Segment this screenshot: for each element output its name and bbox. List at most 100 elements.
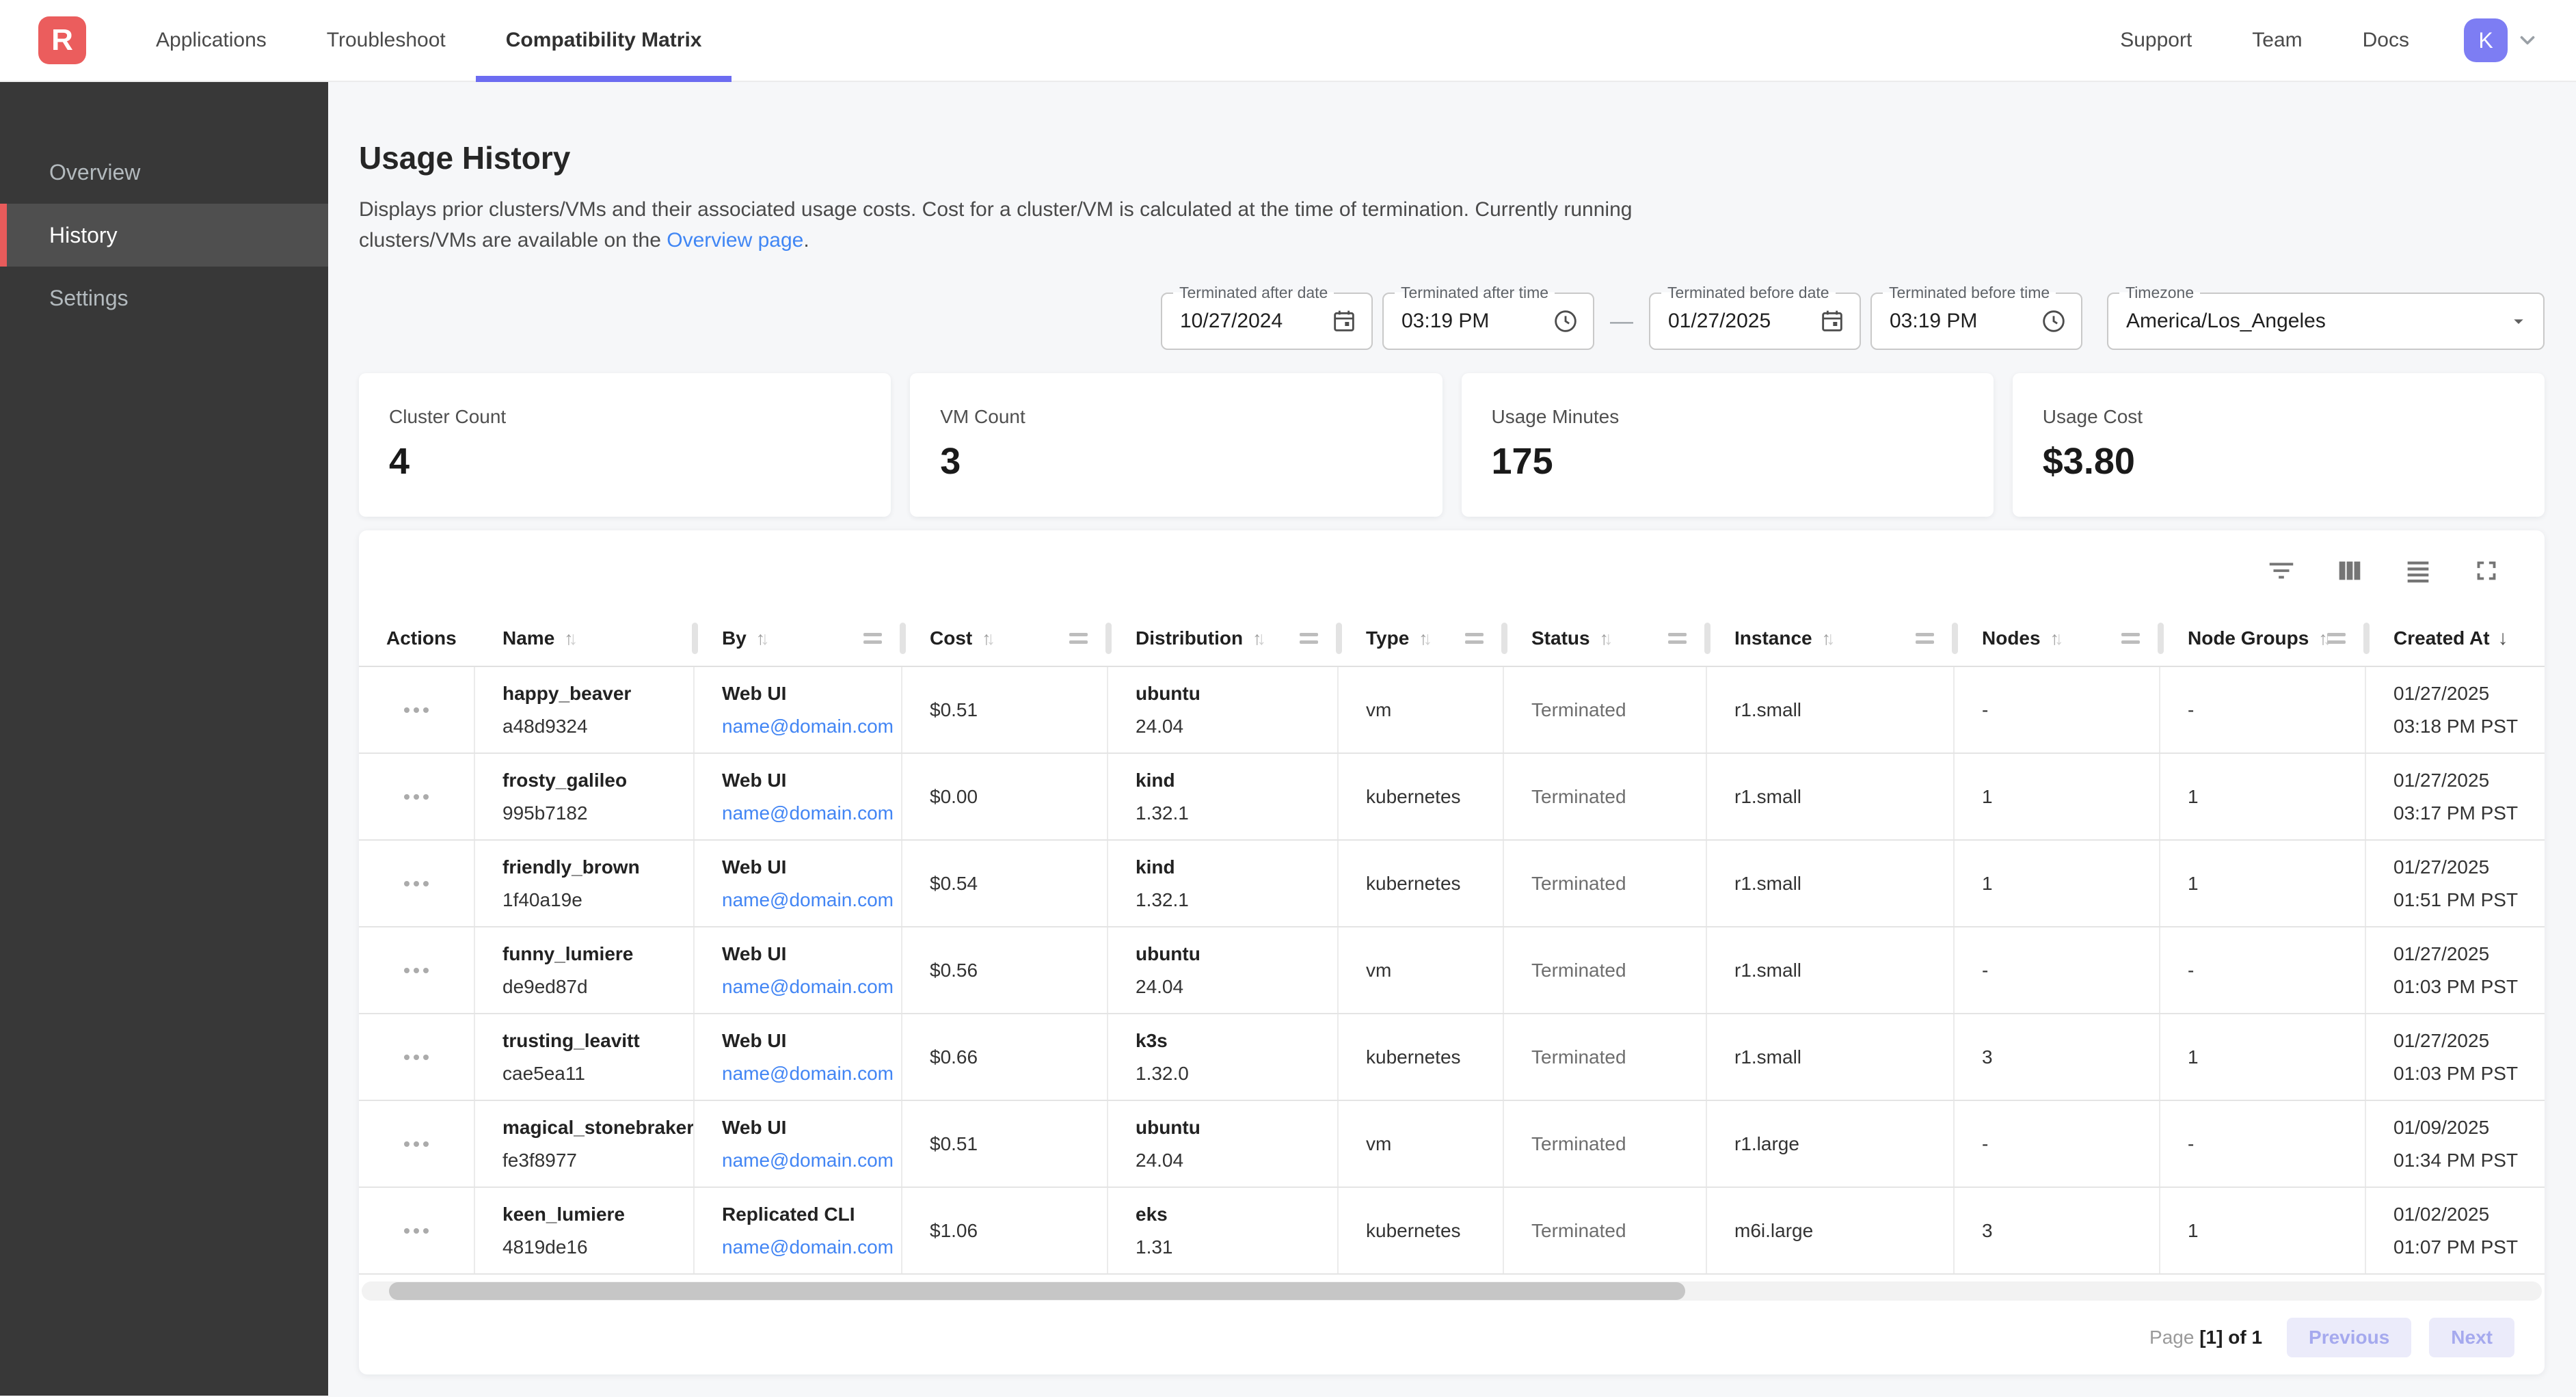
- column-menu-icon[interactable]: [1668, 633, 1687, 644]
- column-separator[interactable]: [2363, 623, 2370, 654]
- column-menu-icon[interactable]: [2327, 633, 2346, 644]
- column-header-type[interactable]: Type↑↓: [1339, 611, 1504, 666]
- terminated-before-time-field[interactable]: Terminated before time 03:19 PM: [1870, 293, 2082, 350]
- more-actions-icon[interactable]: [397, 1135, 435, 1154]
- sidebar-item-history[interactable]: History: [0, 204, 328, 267]
- terminated-after-date-field[interactable]: Terminated after date 10/27/2024: [1161, 293, 1373, 350]
- column-menu-icon[interactable]: [1300, 633, 1318, 644]
- calendar-icon[interactable]: [1330, 308, 1358, 335]
- calendar-icon[interactable]: [1819, 308, 1846, 335]
- column-header-distribution[interactable]: Distribution↑↓: [1108, 611, 1339, 666]
- nav-link-team[interactable]: Team: [2222, 29, 2332, 52]
- column-menu-icon[interactable]: [2121, 633, 2140, 644]
- created-by-email-link[interactable]: name@domain.com: [722, 1150, 901, 1171]
- sort-icon[interactable]: ↑↓: [1252, 628, 1266, 649]
- type-value: kubernetes: [1366, 1046, 1503, 1068]
- stat-card-usage-minutes: Usage Minutes 175: [1462, 373, 1994, 517]
- sort-icon[interactable]: ↑↓: [1822, 628, 1836, 649]
- more-actions-icon[interactable]: [397, 787, 435, 806]
- column-separator[interactable]: [2158, 623, 2164, 654]
- column-header-instance[interactable]: Instance↑↓: [1707, 611, 1955, 666]
- previous-button[interactable]: Previous: [2287, 1318, 2411, 1357]
- cluster-id: cae5ea11: [502, 1063, 693, 1085]
- status-value: Terminated: [1531, 1046, 1706, 1068]
- by-cell: Web UI name@domain.com: [695, 841, 902, 926]
- more-actions-icon[interactable]: [397, 1048, 435, 1067]
- table-row[interactable]: frosty_galileo 995b7182 Web UI name@doma…: [359, 754, 2545, 841]
- nav-link-support[interactable]: Support: [2090, 29, 2222, 52]
- dropdown-arrow-icon[interactable]: [2508, 310, 2530, 332]
- status-cell: Terminated: [1504, 667, 1707, 752]
- nav-tab-applications[interactable]: Applications: [126, 0, 297, 81]
- sort-icon[interactable]: ↑↓: [564, 628, 578, 649]
- column-separator[interactable]: [900, 623, 906, 654]
- sidebar-item-overview[interactable]: Overview: [0, 141, 328, 204]
- nav-tab-troubleshoot[interactable]: Troubleshoot: [297, 0, 476, 81]
- column-menu-icon[interactable]: [1916, 633, 1934, 644]
- nav-link-docs[interactable]: Docs: [2333, 29, 2439, 52]
- chevron-down-icon[interactable]: [2516, 29, 2539, 52]
- created-by-email-link[interactable]: name@domain.com: [722, 976, 901, 998]
- table-row[interactable]: magical_stonebraker fe3f8977 Web UI name…: [359, 1101, 2545, 1188]
- next-button[interactable]: Next: [2429, 1318, 2514, 1357]
- sorted-desc-icon[interactable]: ↓: [2498, 627, 2508, 650]
- sort-icon[interactable]: ↑↓: [1419, 628, 1432, 649]
- columns-icon[interactable]: [2334, 555, 2365, 586]
- replicated-logo[interactable]: R: [38, 16, 86, 64]
- density-icon[interactable]: [2402, 555, 2434, 586]
- overview-page-link[interactable]: Overview page: [667, 229, 803, 252]
- sort-icon[interactable]: ↑↓: [2050, 628, 2064, 649]
- sort-icon[interactable]: ↑↓: [982, 628, 995, 649]
- filter-icon[interactable]: [2266, 555, 2297, 586]
- distribution-cell: ubuntu 24.04: [1108, 1101, 1339, 1186]
- by-cell: Replicated CLI name@domain.com: [695, 1188, 902, 1273]
- column-separator[interactable]: [692, 623, 698, 654]
- created-at-cell: 01/27/2025 01:03 PM PST: [2366, 1014, 2545, 1100]
- column-separator[interactable]: [1704, 623, 1710, 654]
- column-separator[interactable]: [1336, 623, 1342, 654]
- timezone-select[interactable]: Timezone America/Los_Angeles: [2107, 293, 2545, 350]
- table-row[interactable]: trusting_leavitt cae5ea11 Web UI name@do…: [359, 1014, 2545, 1101]
- column-separator[interactable]: [1952, 623, 1958, 654]
- more-actions-icon[interactable]: [397, 961, 435, 980]
- column-menu-icon[interactable]: [1069, 633, 1088, 644]
- more-actions-icon[interactable]: [397, 701, 435, 720]
- created-by-email-link[interactable]: name@domain.com: [722, 1063, 901, 1085]
- created-by-email-link[interactable]: name@domain.com: [722, 802, 901, 824]
- created-by-email-link[interactable]: name@domain.com: [722, 716, 901, 737]
- clock-icon[interactable]: [2040, 308, 2067, 335]
- column-header-name[interactable]: Name↑↓: [475, 611, 695, 666]
- column-header-status[interactable]: Status↑↓: [1504, 611, 1707, 666]
- table-row[interactable]: happy_beaver a48d9324 Web UI name@domain…: [359, 667, 2545, 754]
- horizontal-scrollbar-thumb[interactable]: [389, 1282, 1685, 1300]
- clock-icon[interactable]: [1552, 308, 1579, 335]
- status-cell: Terminated: [1504, 841, 1707, 926]
- horizontal-scrollbar-track[interactable]: [362, 1281, 2542, 1301]
- column-separator[interactable]: [1105, 623, 1112, 654]
- created-by-email-link[interactable]: name@domain.com: [722, 889, 901, 911]
- column-menu-icon[interactable]: [1465, 633, 1484, 644]
- table-row[interactable]: friendly_brown 1f40a19e Web UI name@doma…: [359, 841, 2545, 927]
- nav-tab-compatibility-matrix[interactable]: Compatibility Matrix: [476, 0, 732, 81]
- column-separator[interactable]: [1501, 623, 1507, 654]
- table-row[interactable]: funny_lumiere de9ed87d Web UI name@domai…: [359, 927, 2545, 1014]
- column-header-nodes[interactable]: Nodes↑↓: [1955, 611, 2160, 666]
- sort-icon[interactable]: ↑↓: [1600, 628, 1613, 649]
- sidebar-item-settings[interactable]: Settings: [0, 267, 328, 329]
- fullscreen-icon[interactable]: [2471, 555, 2502, 586]
- avatar[interactable]: K: [2464, 18, 2508, 62]
- column-header-created-at[interactable]: Created At↓: [2366, 611, 2545, 666]
- table-row[interactable]: keen_lumiere 4819de16 Replicated CLI nam…: [359, 1188, 2545, 1275]
- distribution-cell: kind 1.32.1: [1108, 754, 1339, 839]
- more-actions-icon[interactable]: [397, 1221, 435, 1240]
- sort-icon[interactable]: ↑↓: [756, 628, 770, 649]
- stat-value: 4: [389, 440, 891, 483]
- column-menu-icon[interactable]: [863, 633, 882, 644]
- column-header-by[interactable]: By↑↓: [695, 611, 902, 666]
- created-by-email-link[interactable]: name@domain.com: [722, 1236, 901, 1258]
- terminated-after-time-field[interactable]: Terminated after time 03:19 PM: [1382, 293, 1594, 350]
- column-header-cost[interactable]: Cost↑↓: [902, 611, 1108, 666]
- more-actions-icon[interactable]: [397, 874, 435, 893]
- terminated-before-date-field[interactable]: Terminated before date 01/27/2025: [1649, 293, 1861, 350]
- column-header-node-groups[interactable]: Node Groups↑↓: [2160, 611, 2366, 666]
